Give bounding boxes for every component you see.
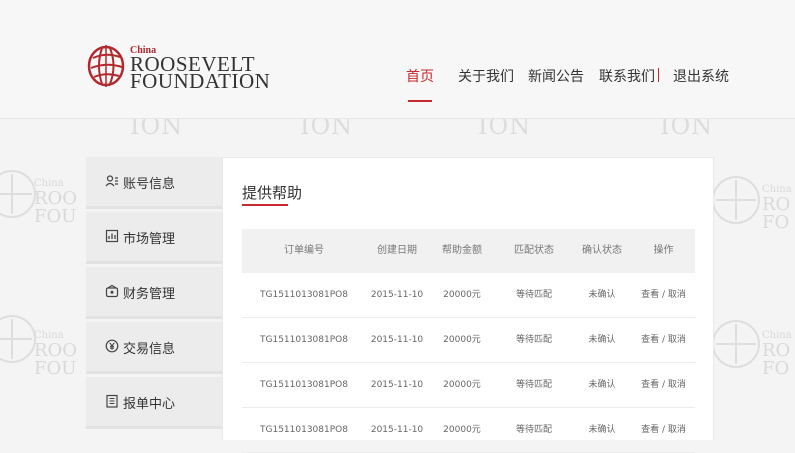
confirm-status-cell: 未确认 — [588, 335, 616, 345]
confirm-status-cell: 未确认 — [588, 425, 616, 435]
cancel-link[interactable]: 取消 — [668, 380, 686, 390]
column-header: 帮助金额 — [442, 245, 482, 256]
sidebar-item-label: 财务管理 — [123, 287, 176, 302]
sidebar-item-label: 交易信息 — [123, 342, 176, 357]
document-list-icon — [105, 394, 119, 408]
nav-item-contact[interactable]: 联系我们 — [599, 66, 655, 86]
sidebar-item-trade-info[interactable]: 交易信息 — [86, 322, 222, 374]
match-status-cell: 等待匹配 — [515, 335, 552, 345]
sidebar-item-label: 账号信息 — [123, 177, 176, 192]
date-cell: 2015-11-10 — [370, 380, 424, 390]
match-status-cell: 等待匹配 — [515, 380, 552, 390]
cancel-link[interactable]: 取消 — [668, 335, 686, 345]
confirm-status-cell: 未确认 — [588, 380, 616, 390]
nav-separator — [658, 68, 659, 82]
sidebar-item-label: 市场管理 — [123, 232, 176, 247]
table-row: TG1511013081PO8 2015-11-10 20000元 等待匹配 未… — [242, 273, 695, 318]
column-header: 订单编号 — [284, 245, 324, 256]
action-separator: / — [661, 380, 666, 390]
sidebar-item-label: 报单中心 — [123, 397, 176, 412]
roosevelt-foundation-logo[interactable]: China ROOSEVELT FOUNDATION — [86, 40, 270, 100]
order-id-cell: TG1511013081PO8 — [260, 380, 348, 390]
nav-item-about[interactable]: 关于我们 — [458, 66, 514, 86]
actions-cell: 查看 / 取消 — [632, 408, 695, 452]
match-status-cell: 等待匹配 — [515, 290, 552, 300]
order-id-cell: TG1511013081PO8 — [260, 335, 348, 345]
action-separator: / — [661, 290, 666, 300]
table-row: TG1511013081PO8 2015-11-10 20000元 等待匹配 未… — [242, 363, 695, 408]
watermark-text: China RO FO — [762, 330, 792, 379]
wallet-icon — [105, 284, 119, 298]
title-underline — [242, 204, 288, 206]
confirm-status-cell: 未确认 — [588, 290, 616, 300]
sidebar-item-finance[interactable]: 财务管理 — [86, 267, 222, 319]
watermark-globe-icon — [712, 320, 760, 368]
watermark-globe-icon — [0, 315, 36, 363]
site-header: China ROOSEVELT FOUNDATION 首页 关于我们 新闻公告 … — [0, 0, 795, 119]
action-separator: / — [661, 425, 666, 435]
nav-item-news[interactable]: 新闻公告 — [528, 66, 584, 86]
order-id-cell: TG1511013081PO8 — [260, 425, 348, 435]
watermark-globe-icon — [0, 170, 36, 218]
globe-logo-icon — [87, 45, 125, 87]
column-header: 匹配状态 — [514, 245, 554, 256]
cancel-link[interactable]: 取消 — [668, 425, 686, 435]
logo-line2: FOUNDATION — [130, 69, 271, 93]
chart-doc-icon — [105, 229, 119, 243]
view-link[interactable]: 查看 — [641, 335, 659, 345]
nav-item-logout[interactable]: 退出系统 — [673, 66, 729, 86]
table-row: TG1511013081PO8 2015-11-10 20000元 等待匹配 未… — [242, 318, 695, 363]
column-header: 确认状态 — [582, 245, 622, 256]
sidebar-item-order-center[interactable]: 报单中心 — [86, 377, 222, 429]
watermark-text: China RO FO — [762, 184, 792, 233]
nav-item-home[interactable]: 首页 — [406, 66, 434, 86]
sidebar-item-market[interactable]: 市场管理 — [86, 212, 222, 264]
match-status-cell: 等待匹配 — [515, 425, 552, 435]
watermark-globe-icon — [712, 176, 760, 224]
table-header: 订单编号 创建日期 帮助金额 匹配状态 确认状态 操作 — [242, 229, 695, 273]
view-link[interactable]: 查看 — [641, 425, 659, 435]
view-link[interactable]: 查看 — [641, 290, 659, 300]
cancel-link[interactable]: 取消 — [668, 290, 686, 300]
table-row: TG1511013081PO8 2015-11-10 20000元 等待匹配 未… — [242, 408, 695, 453]
view-link[interactable]: 查看 — [641, 380, 659, 390]
order-id-cell: TG1511013081PO8 — [260, 290, 348, 300]
sidebar-item-account-info[interactable]: 账号信息 — [86, 157, 222, 209]
amount-cell: 20000元 — [443, 425, 481, 435]
amount-cell: 20000元 — [443, 380, 481, 390]
column-header: 创建日期 — [377, 245, 417, 256]
watermark-text: China ROO FOU — [34, 178, 78, 227]
actions-cell: 查看 / 取消 — [632, 318, 695, 362]
user-card-icon — [105, 174, 119, 188]
action-separator: / — [661, 335, 666, 345]
date-cell: 2015-11-10 — [370, 335, 424, 345]
date-cell: 2015-11-10 — [370, 425, 424, 435]
column-header: 操作 — [653, 245, 674, 256]
watermark-text: China ROO FOU — [34, 330, 78, 379]
actions-cell: 查看 / 取消 — [632, 273, 695, 317]
nav-active-indicator — [408, 100, 432, 102]
page-title: 提供帮助 — [242, 184, 303, 202]
yen-coin-icon — [105, 339, 119, 353]
amount-cell: 20000元 — [443, 290, 481, 300]
actions-cell: 查看 / 取消 — [632, 363, 695, 407]
main-panel: 提供帮助 订单编号 创建日期 帮助金额 匹配状态 确认状态 操作 TG15110… — [222, 157, 714, 453]
amount-cell: 20000元 — [443, 335, 481, 345]
logo-wordmark: China ROOSEVELT FOUNDATION — [130, 46, 271, 93]
date-cell: 2015-11-10 — [370, 290, 424, 300]
